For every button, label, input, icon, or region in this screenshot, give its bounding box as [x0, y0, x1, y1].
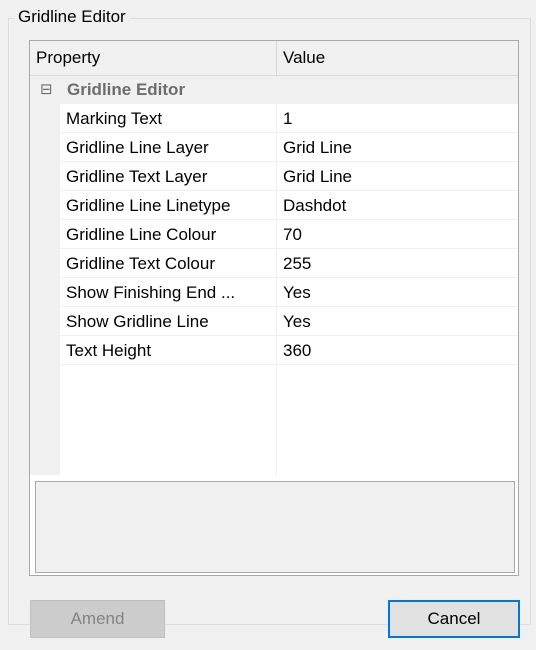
property-value[interactable]: 1: [276, 104, 518, 133]
row-gutter: [30, 133, 60, 162]
row-gutter: [30, 249, 60, 278]
property-value[interactable]: 360: [276, 336, 518, 365]
property-grid[interactable]: Property Value ⊟ Gridline Editor Marking…: [29, 40, 519, 576]
description-panel: [35, 481, 515, 573]
property-name[interactable]: Gridline Line Linetype: [60, 191, 276, 220]
column-header-value[interactable]: Value: [283, 41, 325, 75]
row-gutter: [30, 191, 60, 220]
row-gutter: [30, 307, 60, 336]
property-value[interactable]: Yes: [276, 278, 518, 307]
row-gutter: [30, 162, 60, 191]
cancel-button[interactable]: Cancel: [388, 600, 520, 638]
property-name[interactable]: Gridline Line Colour: [60, 220, 276, 249]
category-row[interactable]: ⊟ Gridline Editor: [30, 76, 518, 104]
property-value[interactable]: Grid Line: [276, 162, 518, 191]
property-row-show-finishing-end[interactable]: Show Finishing End ... Yes: [30, 278, 518, 307]
property-value[interactable]: 70: [276, 220, 518, 249]
property-name[interactable]: Marking Text: [60, 104, 276, 133]
row-gutter: [30, 336, 60, 365]
grid-empty-area: [30, 365, 518, 475]
property-row-gridline-text-layer[interactable]: Gridline Text Layer Grid Line: [30, 162, 518, 191]
column-separator[interactable]: [276, 41, 277, 75]
property-name[interactable]: Gridline Text Layer: [60, 162, 276, 191]
property-name[interactable]: Gridline Text Colour: [60, 249, 276, 278]
property-row-marking-text[interactable]: Marking Text 1: [30, 104, 518, 133]
row-gutter: [30, 220, 60, 249]
property-value[interactable]: Yes: [276, 307, 518, 336]
property-value[interactable]: 255: [276, 249, 518, 278]
property-value[interactable]: Dashdot: [276, 191, 518, 220]
property-row-gridline-line-layer[interactable]: Gridline Line Layer Grid Line: [30, 133, 518, 162]
row-gutter: [30, 104, 60, 133]
property-name[interactable]: Show Finishing End ...: [60, 278, 276, 307]
property-row-gridline-text-colour[interactable]: Gridline Text Colour 255: [30, 249, 518, 278]
row-gutter: [30, 365, 60, 475]
property-name[interactable]: Text Height: [60, 336, 276, 365]
amend-button[interactable]: Amend: [30, 600, 165, 638]
row-gutter: [30, 278, 60, 307]
property-value[interactable]: Grid Line: [276, 133, 518, 162]
column-header-property[interactable]: Property: [36, 41, 100, 75]
column-divider: [276, 365, 277, 475]
collapse-icon[interactable]: ⊟: [40, 76, 53, 104]
property-name[interactable]: Show Gridline Line: [60, 307, 276, 336]
property-name[interactable]: Gridline Line Layer: [60, 133, 276, 162]
property-grid-header: Property Value: [30, 41, 518, 76]
property-row-text-height[interactable]: Text Height 360: [30, 336, 518, 365]
property-row-gridline-line-colour[interactable]: Gridline Line Colour 70: [30, 220, 518, 249]
category-label: Gridline Editor: [67, 80, 186, 99]
property-row-gridline-line-linetype[interactable]: Gridline Line Linetype Dashdot: [30, 191, 518, 220]
property-row-show-gridline-line[interactable]: Show Gridline Line Yes: [30, 307, 518, 336]
groupbox-title: Gridline Editor: [14, 6, 130, 28]
